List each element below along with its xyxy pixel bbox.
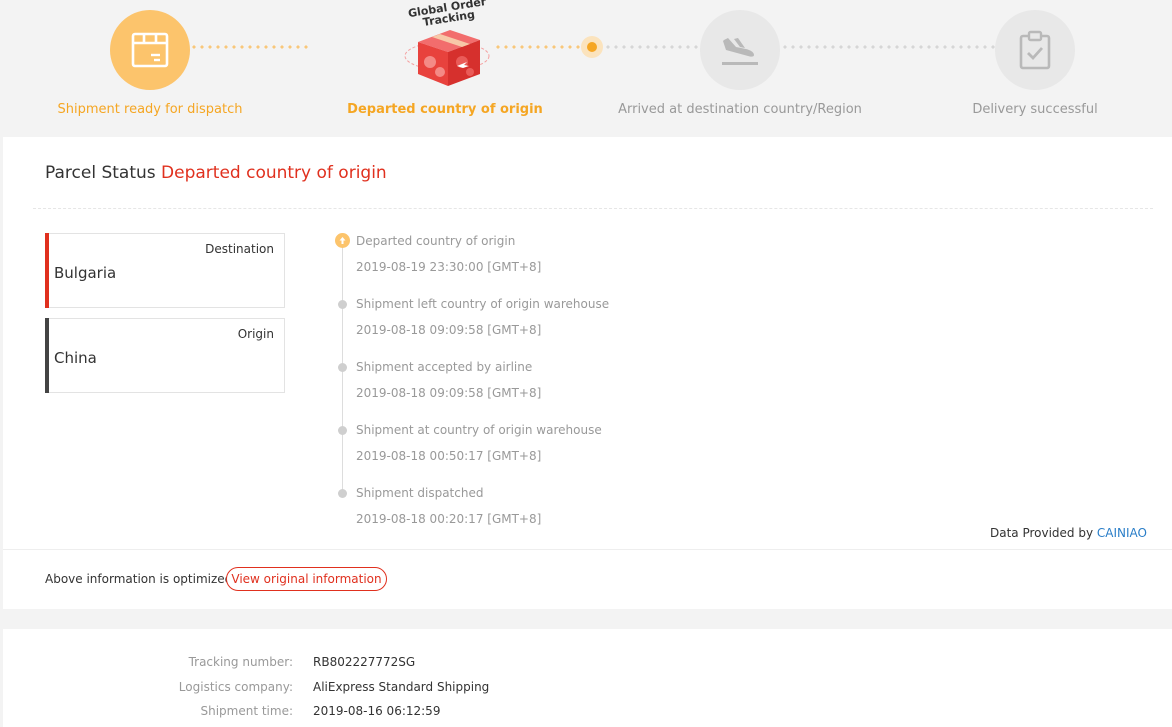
tracking-number-value: RB802227772SG [313,655,416,669]
timeline-dot [338,426,347,435]
timeline-entry: Shipment dispatched 2019-08-18 00:20:17 … [333,485,713,545]
timeline-event: Shipment accepted by airline [356,360,533,374]
timeline-event: Shipment at country of origin warehouse [356,423,602,437]
logistics-company-value: AliExpress Standard Shipping [313,680,490,694]
arrow-up-icon [335,233,350,248]
parcel-status-heading: Parcel Status Departed country of origin [45,163,387,183]
global-order-tracking-badge: Global Order Tracking [402,0,492,90]
timeline-time: 2019-08-18 09:09:58 [GMT+8] [356,323,542,337]
data-provider-label: Data Provided by [989,526,1094,540]
timeline-time: 2019-08-18 09:09:58 [GMT+8] [356,386,542,400]
tracking-progress: Shipment ready for dispatch Departed cou… [0,0,1172,137]
origin-box: Origin China [45,318,285,393]
view-original-button[interactable]: View original information [226,567,387,591]
progress-connector [781,45,996,49]
data-provider: Data Provided by CAINIAO [990,526,1147,540]
parcel-status-card: Parcel Status Departed country of origin… [3,137,1172,609]
divider [33,208,1153,209]
package-icon [110,10,190,90]
timeline-dot [338,363,347,372]
info-label: Tracking number: [188,655,293,669]
info-label: Logistics company: [178,680,293,694]
progress-connector [190,45,310,49]
timeline-event: Shipment dispatched [356,486,484,500]
step-label: Delivery successful [972,102,1098,117]
shipment-info-card: Tracking number: RB802227772SG Logistics… [3,629,1172,727]
timeline-dot [338,489,347,498]
tracking-timeline: Departed country of origin 2019-08-19 23… [333,233,733,533]
cainiao-link[interactable]: CAINIAO [1097,526,1147,540]
optimized-notice: Above information is optimized [45,572,233,586]
timeline-time: 2019-08-18 00:50:17 [GMT+8] [356,449,542,463]
progress-connector [494,45,582,49]
step-label: Shipment ready for dispatch [57,102,243,117]
origin-accent-bar [45,318,49,393]
info-label: Shipment time: [200,704,293,718]
timeline-entry: Shipment left country of origin warehous… [333,296,713,356]
timeline-dot [338,300,347,309]
timeline-entry: Departed country of origin 2019-08-19 23… [333,233,713,293]
progress-connector [604,45,699,49]
info-row-tracking-number: Tracking number: RB802227772SG [3,655,603,675]
destination-accent-bar [45,233,49,308]
divider [3,549,1172,550]
timeline-entry: Shipment accepted by airline 2019-08-18 … [333,359,713,419]
destination-country: Bulgaria [54,264,117,282]
info-row-logistics-company: Logistics company: AliExpress Standard S… [3,680,603,700]
step-label: Arrived at destination country/Region [618,102,862,117]
parcel-status-value: Departed country of origin [161,163,387,183]
shipment-time-value: 2019-08-16 06:12:59 [313,704,441,718]
timeline-event: Shipment left country of origin warehous… [356,297,610,311]
origin-country: China [54,349,97,367]
destination-box: Destination Bulgaria [45,233,285,308]
timeline-event: Departed country of origin [356,234,516,248]
current-progress-marker [581,36,603,58]
timeline-time: 2019-08-19 23:30:00 [GMT+8] [356,260,542,274]
timeline-time: 2019-08-18 00:20:17 [GMT+8] [356,512,542,526]
info-row-shipment-time: Shipment time: 2019-08-16 06:12:59 [3,704,603,724]
airplane-landing-icon [700,10,780,90]
step-label: Departed country of origin [347,102,543,117]
parcel-status-label: Parcel Status [45,163,156,183]
destination-tag: Destination [205,242,274,256]
origin-tag: Origin [237,327,274,341]
clipboard-check-icon [995,10,1075,90]
timeline-entry: Shipment at country of origin warehouse … [333,422,713,482]
